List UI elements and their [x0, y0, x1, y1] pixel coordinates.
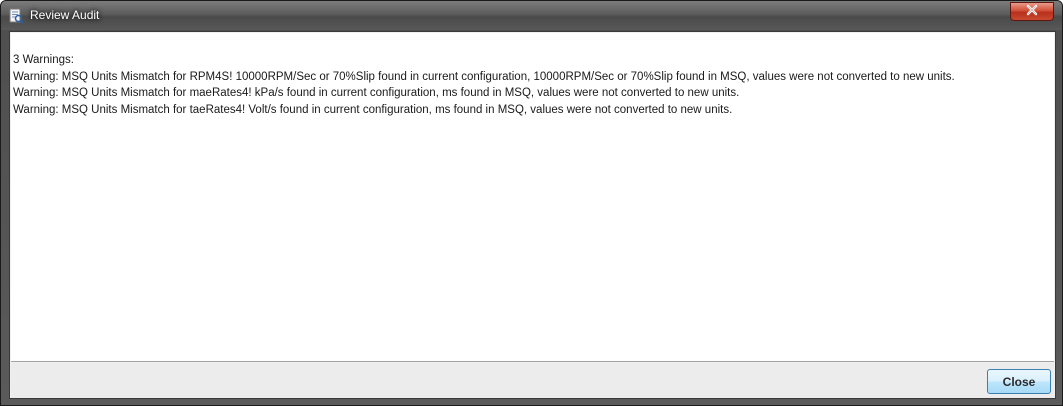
warning-line: Warning: MSQ Units Mismatch for maeRates… — [13, 87, 740, 99]
close-button[interactable]: Close — [987, 369, 1051, 394]
audit-document-icon — [8, 8, 24, 24]
window-title: Review Audit — [30, 8, 100, 22]
warning-line: Warning: MSQ Units Mismatch for RPM4S! 1… — [13, 70, 955, 83]
warnings-summary: 3 Warnings: — [13, 54, 74, 66]
warning-line: Warning: MSQ Units Mismatch for taeRates… — [13, 103, 733, 116]
dialog-footer: Close — [11, 363, 1054, 398]
review-audit-window: Review Audit 3 Warnings: Warning: MSQ Un… — [0, 0, 1063, 406]
audit-text-area[interactable]: 3 Warnings: Warning: MSQ Units Mismatch … — [11, 33, 1054, 362]
title-bar[interactable]: Review Audit — [1, 1, 1062, 30]
window-close-button[interactable] — [1010, 2, 1054, 21]
dialog-content: 3 Warnings: Warning: MSQ Units Mismatch … — [9, 31, 1056, 399]
close-icon — [1025, 3, 1039, 21]
